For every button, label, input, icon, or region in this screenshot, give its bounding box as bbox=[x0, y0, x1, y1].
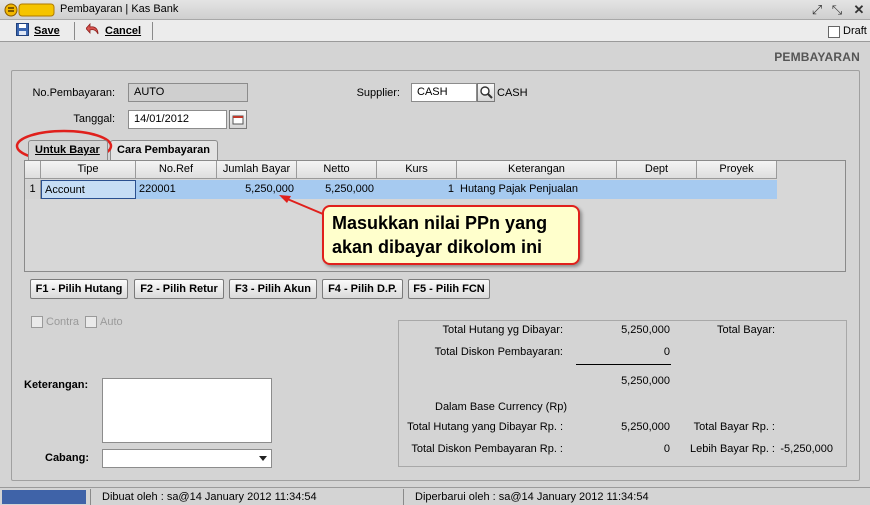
keterangan-textarea[interactable] bbox=[102, 378, 272, 443]
draft-checkbox[interactable] bbox=[828, 26, 840, 38]
dropdown-arrow-icon bbox=[259, 456, 267, 461]
status-indicator bbox=[2, 490, 86, 504]
supplier-name: CASH bbox=[497, 87, 528, 99]
cell-tipe[interactable]: Account bbox=[41, 180, 136, 199]
pilih-fcn-button[interactable]: F5 - Pilih FCN bbox=[408, 279, 490, 299]
tanggal-label: Tanggal: bbox=[73, 113, 115, 125]
total-bayar-label: Total Bayar: bbox=[717, 324, 776, 336]
keterangan-label: Keterangan: bbox=[24, 379, 89, 391]
column-header[interactable]: Kurs bbox=[377, 161, 457, 179]
cancel-icon bbox=[85, 22, 100, 39]
pilih-akun-button[interactable]: F3 - Pilih Akun bbox=[229, 279, 317, 299]
bee-logo-icon bbox=[4, 2, 56, 18]
status-updated: Diperbarui oleh : sa@14 January 2012 11:… bbox=[415, 491, 649, 503]
calendar-button[interactable] bbox=[229, 110, 247, 129]
title-bar: Pembayaran | Kas Bank ⤢ ⤡ ✕ bbox=[0, 0, 870, 20]
no-pembayaran-field[interactable]: AUTO bbox=[128, 83, 248, 102]
calendar-icon bbox=[232, 115, 244, 125]
pilih-retur-button[interactable]: F2 - Pilih Retur bbox=[134, 279, 224, 299]
total-diskon-rp-label: Total Diskon Pembayaran Rp. : bbox=[411, 443, 563, 455]
column-header[interactable]: Keterangan bbox=[457, 161, 617, 179]
no-pembayaran-label: No.Pembayaran: bbox=[32, 87, 115, 99]
pilih-hutang-button[interactable]: F1 - Pilih Hutang bbox=[30, 279, 128, 299]
auto-label: Auto bbox=[100, 316, 123, 328]
restore-icon[interactable]: ⤢ bbox=[808, 1, 826, 18]
total-diskon-label: Total Diskon Pembayaran: bbox=[434, 346, 563, 358]
supplier-field[interactable]: CASH bbox=[411, 83, 477, 102]
pilih-dp-button[interactable]: F4 - Pilih D.P. bbox=[322, 279, 403, 299]
cabang-select[interactable] bbox=[102, 449, 272, 468]
cell-no-ref[interactable]: 220001 bbox=[136, 180, 217, 199]
save-icon bbox=[16, 23, 29, 39]
save-button[interactable]: Save bbox=[16, 22, 60, 40]
total-diskon-rp-value: 0 bbox=[663, 443, 670, 455]
cell-kurs[interactable]: 1 bbox=[377, 180, 457, 199]
total-hutang-rp-label: Total Hutang yang Dibayar Rp. : bbox=[407, 421, 563, 433]
tab-cara-pembayaran[interactable]: Cara Pembayaran bbox=[110, 140, 218, 160]
window-title: Pembayaran | Kas Bank bbox=[60, 3, 179, 15]
status-bar: Dibuat oleh : sa@14 January 2012 11:34:5… bbox=[0, 487, 870, 505]
tanggal-field[interactable]: 14/01/2012 bbox=[128, 110, 227, 129]
column-header[interactable]: Jumlah Bayar bbox=[217, 161, 297, 179]
status-divider bbox=[90, 489, 91, 505]
column-header[interactable]: Netto bbox=[297, 161, 377, 179]
column-header[interactable]: Tipe bbox=[41, 161, 136, 179]
tab-cara-pembayaran-label: Cara Pembayaran bbox=[117, 144, 210, 156]
callout-line-2: akan dibayar dikolom ini bbox=[332, 237, 543, 257]
total-hutang-value: 5,250,000 bbox=[621, 324, 670, 336]
total-hutang-label: Total Hutang yg Dibayar: bbox=[442, 324, 563, 336]
save-label: Save bbox=[34, 25, 60, 37]
contra-checkbox[interactable] bbox=[31, 316, 43, 328]
cabang-label: Cabang: bbox=[45, 452, 89, 464]
toolbar: Save Cancel bbox=[0, 20, 870, 42]
lebih-bayar-label: Lebih Bayar Rp. : bbox=[690, 443, 775, 455]
total-bayar-rp-label: Total Bayar Rp. : bbox=[693, 421, 775, 433]
supplier-label: Supplier: bbox=[356, 87, 400, 99]
status-divider bbox=[403, 489, 404, 505]
base-currency-label: Dalam Base Currency (Rp) bbox=[435, 401, 568, 413]
draft-label: Draft bbox=[843, 25, 867, 37]
total-hutang-rp-value: 5,250,000 bbox=[621, 421, 670, 433]
column-header[interactable]: Dept bbox=[617, 161, 697, 179]
close-icon[interactable]: ✕ bbox=[850, 1, 868, 18]
auto-checkbox[interactable] bbox=[85, 316, 97, 328]
column-header[interactable]: Proyek bbox=[697, 161, 777, 179]
supplier-search-button[interactable] bbox=[477, 83, 495, 102]
cell-keterangan[interactable]: Hutang Pajak Penjualan bbox=[457, 180, 617, 199]
callout-line-1: Masukkan nilai PPn yang bbox=[332, 213, 548, 233]
cancel-label: Cancel bbox=[105, 25, 142, 37]
sum-divider bbox=[576, 364, 671, 365]
row-number-header bbox=[25, 161, 41, 179]
cancel-button[interactable]: Cancel bbox=[85, 22, 142, 40]
tab-untuk-bayar-label: Untuk Bayar bbox=[35, 144, 100, 156]
toolbar-divider bbox=[152, 22, 153, 40]
toolbar-divider bbox=[74, 22, 75, 40]
maximize-icon[interactable]: ⤡ bbox=[828, 1, 846, 18]
row-number: 1 bbox=[25, 180, 41, 199]
cell-proyek[interactable] bbox=[697, 180, 777, 199]
subtotal-value: 5,250,000 bbox=[621, 375, 670, 387]
tab-untuk-bayar[interactable]: Untuk Bayar bbox=[28, 140, 108, 160]
page-heading: PEMBAYARAN bbox=[774, 50, 860, 64]
cell-dept[interactable] bbox=[617, 180, 697, 199]
contra-label: Contra bbox=[46, 316, 80, 328]
callout-annotation: Masukkan nilai PPn yang akan dibayar dik… bbox=[322, 205, 580, 265]
total-diskon-value: 0 bbox=[663, 346, 670, 358]
lebih-bayar-value: -5,250,000 bbox=[780, 443, 833, 455]
status-created: Dibuat oleh : sa@14 January 2012 11:34:5… bbox=[102, 491, 317, 503]
search-icon bbox=[480, 86, 493, 99]
column-header[interactable]: No.Ref bbox=[136, 161, 217, 179]
